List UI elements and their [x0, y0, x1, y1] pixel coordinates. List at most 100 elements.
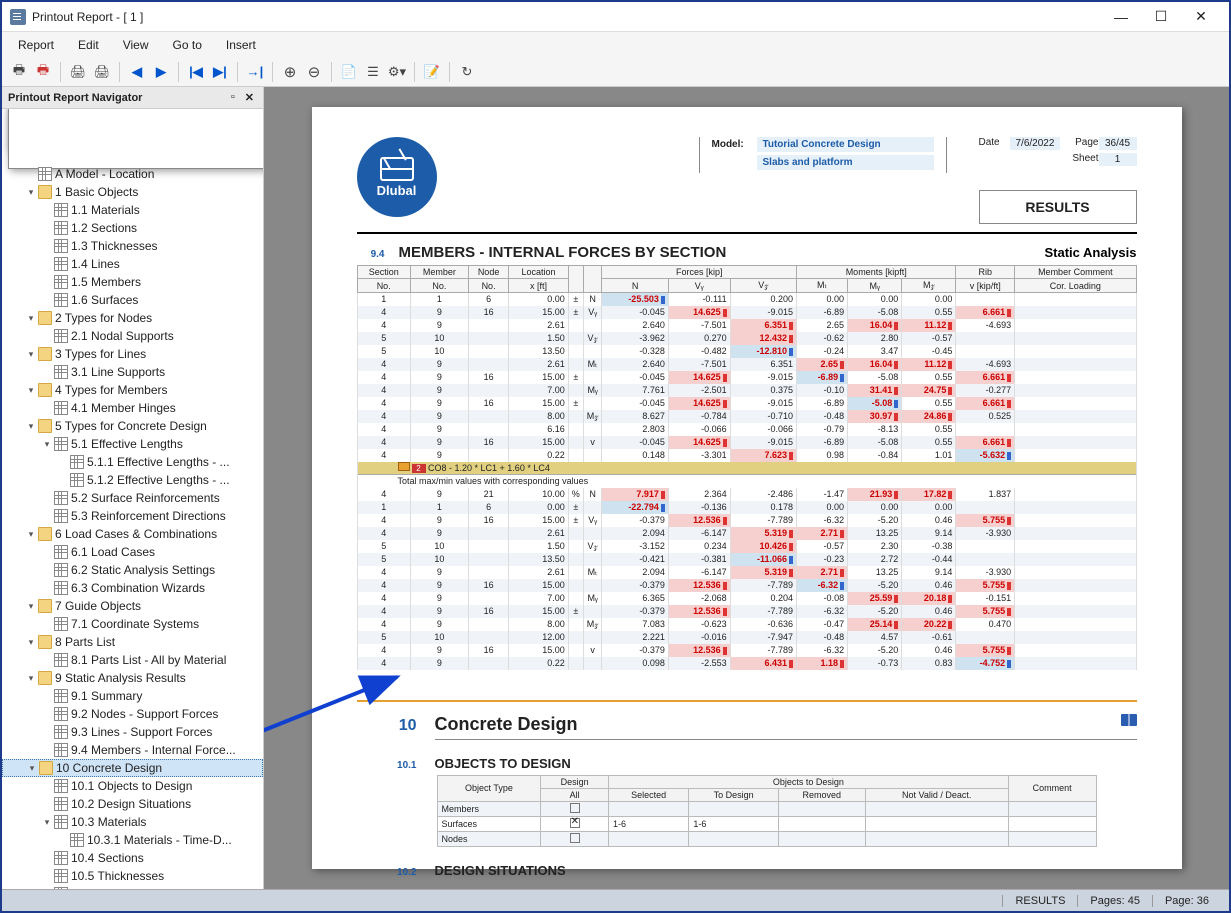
expand-icon[interactable]: ▾	[24, 349, 38, 360]
expand-icon[interactable]: ▾	[24, 187, 38, 198]
table-row: Surfaces1-61-6	[437, 816, 1096, 831]
maximize-button[interactable]: ☐	[1141, 3, 1181, 31]
tree-item[interactable]: 6.2 Static Analysis Settings	[2, 561, 263, 579]
expand-icon[interactable]: ▾	[24, 601, 38, 612]
nav-close-icon[interactable]: ✕	[242, 91, 257, 104]
tree-item[interactable]: 1.4 Lines	[2, 255, 263, 273]
dock-icon[interactable]: ▫	[228, 91, 238, 104]
tree-label: 10.5 Thicknesses	[71, 869, 164, 883]
tree-item[interactable]: 3.1 Line Supports	[2, 363, 263, 381]
zoom-out-icon[interactable]: ⊖	[303, 61, 325, 83]
tree-item[interactable]: 9.2 Nodes - Support Forces	[2, 705, 263, 723]
tree-item[interactable]: ▾2 Types for Nodes	[2, 309, 263, 327]
tree-item[interactable]: 10.4 Sections	[2, 849, 263, 867]
tree-item[interactable]: 10.5 Thicknesses	[2, 867, 263, 885]
printer-icon[interactable]: 🖨	[67, 61, 89, 83]
tree-item[interactable]: 7.1 Coordinate Systems	[2, 615, 263, 633]
minimize-button[interactable]: —	[1101, 3, 1141, 31]
section-10-2-num: 10.2	[357, 867, 417, 878]
expand-icon[interactable]: ▾	[40, 889, 54, 890]
menu-view[interactable]: View	[113, 35, 159, 55]
tree-label: 10.4 Sections	[71, 851, 144, 865]
tree-item[interactable]: ▾5 Types for Concrete Design	[2, 417, 263, 435]
tree-item[interactable]: 5.3 Reinforcement Directions	[2, 507, 263, 525]
tree-item[interactable]: 8.1 Parts List - All by Material	[2, 651, 263, 669]
tree-item[interactable]: 10.2 Design Situations	[2, 795, 263, 813]
expand-icon[interactable]: ▾	[24, 421, 38, 432]
tree-item[interactable]: ▾10.6 Strength Configurations	[2, 885, 263, 889]
tree-label: 10.2 Design Situations	[71, 797, 191, 811]
tree-item[interactable]: ▾3 Types for Lines	[2, 345, 263, 363]
prev-icon[interactable]: ◀	[126, 61, 148, 83]
model-value: Tutorial Concrete Design	[757, 137, 934, 152]
checkbox	[570, 833, 580, 843]
filter-icon[interactable]: ⚙▾	[386, 61, 408, 83]
tree-item[interactable]: 6.3 Combination Wizards	[2, 579, 263, 597]
expand-icon[interactable]: ▾	[24, 637, 38, 648]
expand-icon[interactable]: ▾	[24, 313, 38, 324]
tree-item[interactable]: ▾4 Types for Members	[2, 381, 263, 399]
tree-item[interactable]: 1.3 Thicknesses	[2, 237, 263, 255]
tree-item[interactable]: ▾10.3 Materials	[2, 813, 263, 831]
printer-settings-icon[interactable]: 🖨	[91, 61, 113, 83]
forces-table: Section Member Node Location Forces [kip…	[357, 265, 1137, 670]
preview-area[interactable]: Dlubal Model:Tutorial Concrete Design Sl…	[264, 87, 1229, 889]
tree-item[interactable]: 10.1 Objects to Design	[2, 777, 263, 795]
goto-icon[interactable]: →|	[244, 61, 266, 83]
tree-item[interactable]: 6.1 Load Cases	[2, 543, 263, 561]
tree-item[interactable]: 9.4 Members - Internal Force...	[2, 741, 263, 759]
refresh-icon[interactable]: ↻	[456, 61, 478, 83]
folder-icon	[38, 311, 52, 325]
tree-item[interactable]: 4.1 Member Hinges	[2, 399, 263, 417]
expand-icon[interactable]: ▾	[25, 763, 39, 774]
tree-view[interactable]: CoverContents▾RFEMA Model - Location▾1 B…	[2, 109, 263, 889]
grid-icon	[54, 815, 68, 829]
tree-item[interactable]: 5.1.2 Effective Lengths - ...	[2, 471, 263, 489]
status-results: RESULTS	[1002, 895, 1077, 907]
sort-icon[interactable]: ☰	[362, 61, 384, 83]
zoom-in-icon[interactable]: ⊕	[279, 61, 301, 83]
menu-report[interactable]: Report	[8, 35, 64, 55]
grid-icon	[54, 617, 68, 631]
menu-go-to[interactable]: Go to	[163, 35, 212, 55]
expand-icon[interactable]: ▾	[40, 439, 54, 450]
tree-item[interactable]: Contents	[2, 129, 263, 147]
tree-item[interactable]: ▾7 Guide Objects	[2, 597, 263, 615]
tree-item[interactable]: ▾9 Static Analysis Results	[2, 669, 263, 687]
expand-icon[interactable]: ▾	[24, 385, 38, 396]
tree-item[interactable]: ▾6 Load Cases & Combinations	[2, 525, 263, 543]
expand-icon[interactable]: ▾	[24, 529, 38, 540]
next-icon[interactable]: ▶	[150, 61, 172, 83]
grid-icon	[54, 725, 68, 739]
tree-item[interactable]: 1.6 Surfaces	[2, 291, 263, 309]
tree-item[interactable]: ▾5.1 Effective Lengths	[2, 435, 263, 453]
expand-icon[interactable]: ▾	[24, 673, 38, 684]
tree-item[interactable]: 1.5 Members	[2, 273, 263, 291]
print-cancel-icon[interactable]: 🖶	[32, 61, 54, 83]
tree-item[interactable]: 10.3.1 Materials - Time-D...	[2, 831, 263, 849]
tree-item[interactable]: 9.1 Summary	[2, 687, 263, 705]
tree-item[interactable]: 9.3 Lines - Support Forces	[2, 723, 263, 741]
tree-item[interactable]: 1.2 Sections	[2, 219, 263, 237]
close-button[interactable]: ✕	[1181, 3, 1221, 31]
last-icon[interactable]: ▶|	[209, 61, 231, 83]
tree-item[interactable]: 5.1.1 Effective Lengths - ...	[2, 453, 263, 471]
menu-insert[interactable]: Insert	[216, 35, 266, 55]
print-icon[interactable]: 🖶	[8, 61, 30, 83]
tree-item[interactable]: ▾10 Concrete Design	[2, 759, 263, 777]
page-setup-icon[interactable]: 📄	[338, 61, 360, 83]
tree-item[interactable]: 5.2 Surface Reinforcements	[2, 489, 263, 507]
table-row: 492.612.094-6.1475.3192.7113.259.14-3.93…	[357, 527, 1136, 540]
expand-icon[interactable]: ▾	[40, 817, 54, 828]
edit-icon[interactable]: 📝	[421, 61, 443, 83]
table-row: 491615.00±Vᵧ-0.37912.536-7.789-6.32-5.20…	[357, 514, 1136, 527]
folder-icon	[38, 635, 52, 649]
tree-item[interactable]: ▾1 Basic Objects	[2, 183, 263, 201]
first-icon[interactable]: |◀	[185, 61, 207, 83]
menu-edit[interactable]: Edit	[68, 35, 109, 55]
tree-item[interactable]: ▾8 Parts List	[2, 633, 263, 651]
section-10-1-num: 10.1	[357, 760, 417, 771]
tree-item[interactable]: 1.1 Materials	[2, 201, 263, 219]
tree-item[interactable]: 2.1 Nodal Supports	[2, 327, 263, 345]
checkbox	[570, 803, 580, 813]
